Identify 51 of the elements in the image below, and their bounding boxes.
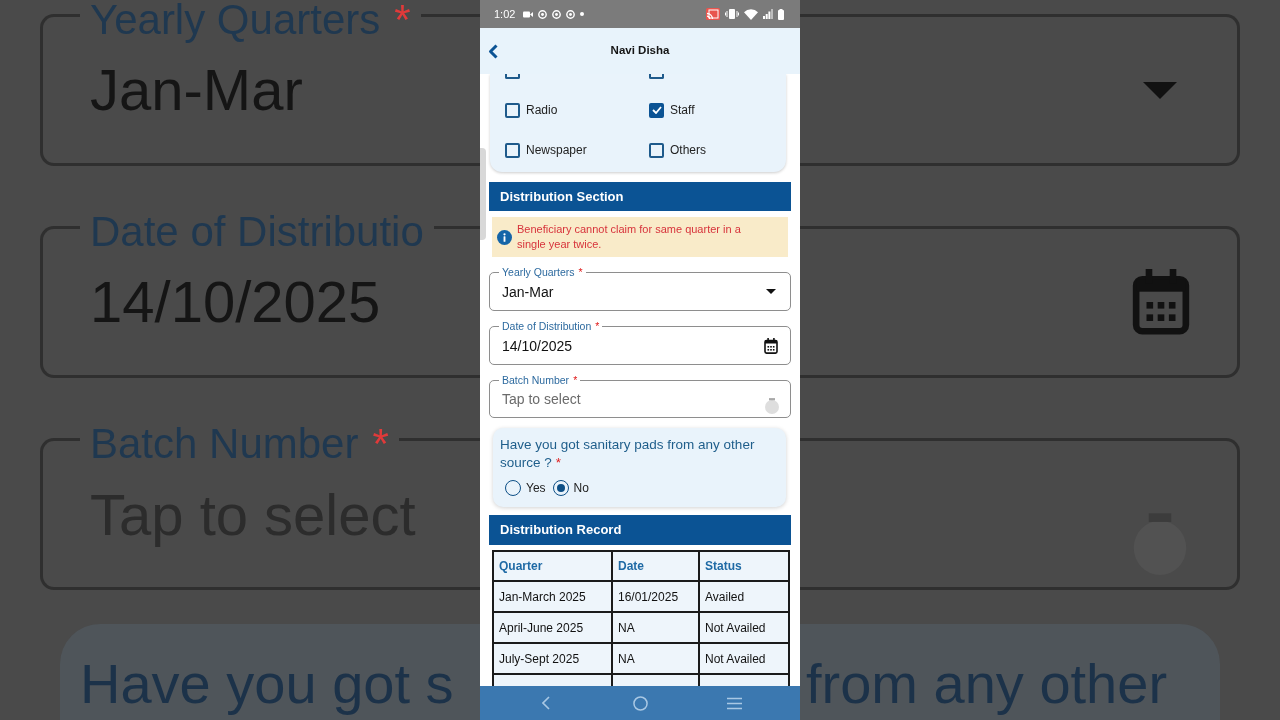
checkbox[interactable]	[505, 142, 520, 158]
checkbox-label: Others	[670, 142, 706, 159]
table-cell: April-June 2025	[493, 612, 612, 643]
spinner-icon	[764, 398, 780, 414]
table-cell: 16/01/2025	[612, 581, 699, 612]
radio-label: No	[573, 480, 589, 497]
battery-icon	[778, 8, 784, 20]
caret-icon	[1143, 81, 1177, 99]
column-header: Date	[612, 551, 699, 581]
app-title: Navi Disha	[610, 43, 670, 59]
field-label: Date of Distribution *	[499, 321, 603, 332]
date-field[interactable]	[800, 226, 1240, 378]
table-cell: Not Availed	[699, 643, 789, 674]
calendar-icon[interactable]	[764, 337, 778, 354]
info-icon	[497, 229, 512, 245]
wifi-icon	[744, 8, 758, 20]
edge-handle[interactable]	[480, 148, 486, 240]
checkbox-label: Staff	[670, 102, 695, 119]
radio-label: Yes	[526, 480, 546, 497]
select-field[interactable]	[800, 438, 1240, 590]
column-header: Quarter	[493, 551, 612, 581]
vibrate-icon	[725, 9, 739, 19]
back-icon[interactable]	[488, 43, 498, 59]
table-cell: Not Availed	[699, 612, 789, 643]
menu-icon[interactable]	[726, 696, 742, 710]
column-header: Status	[699, 551, 789, 581]
status-time: 1:02	[494, 8, 516, 20]
question-text: Have you got sanitary pads from any other source ? *	[500, 436, 756, 471]
checkbox[interactable]	[505, 102, 520, 118]
dot-icon	[580, 12, 585, 16]
checkbox[interactable]	[649, 74, 664, 79]
notice-text: Beneficiary cannot claim for same quarter in a single year twice.	[517, 222, 742, 252]
home-icon[interactable]	[632, 695, 648, 711]
table-cell: NA	[612, 612, 699, 643]
section-header: Distribution Section	[489, 182, 791, 211]
table-cell: Availed	[699, 581, 789, 612]
table-cell: July-Sept 2025	[493, 643, 612, 674]
field-label: Batch Number *	[499, 375, 581, 386]
checkbox[interactable]	[649, 142, 664, 158]
checkbox-label: Newspaper	[526, 142, 587, 159]
cast-icon	[706, 8, 720, 20]
checkbox[interactable]	[505, 74, 520, 79]
caret-icon	[766, 289, 776, 294]
table-cell: NA	[612, 643, 699, 674]
video-camera-icon	[523, 10, 534, 18]
signal-icon	[763, 9, 773, 19]
checkbox-label: Radio	[526, 102, 558, 119]
table-cell: Jan-March 2025	[493, 581, 612, 612]
section-header: Distribution Record	[489, 515, 791, 545]
checkbox[interactable]	[649, 102, 664, 118]
field-label: Yearly Quarters *	[499, 267, 586, 278]
